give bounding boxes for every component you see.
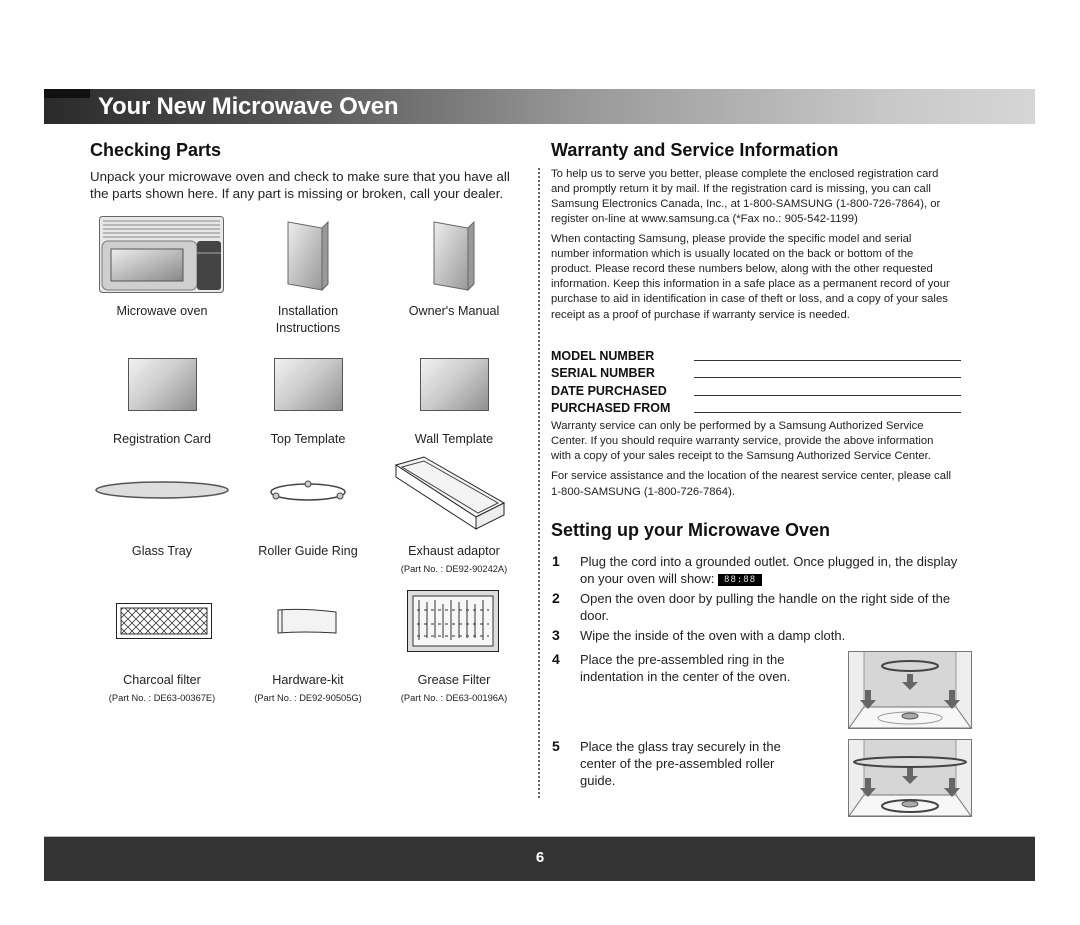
- page-number: 6: [535, 849, 545, 866]
- checking-parts-intro-1: Unpack your microwave oven and check to …: [90, 169, 510, 184]
- page-title: Your New Microwave Oven: [98, 93, 399, 120]
- step-2-line1: Open the oven door by pulling the handle…: [580, 591, 951, 606]
- warranty-para1-line1: To help us to serve you better, please c…: [551, 168, 939, 180]
- microwave-oven-icon: [99, 216, 224, 293]
- warranty-heading: Warranty and Service Information: [551, 140, 839, 160]
- warranty-para2-line6: receipt as a proof of purchase if warran…: [551, 309, 850, 321]
- ring-installation-illustration: [848, 651, 972, 729]
- serial-number-field[interactable]: [694, 377, 961, 378]
- warranty-para2-line1: When contacting Samsung, please provide …: [551, 233, 912, 245]
- registration-card-icon: [128, 358, 197, 411]
- part-label-hardware-kit: Hardware-kit: [272, 673, 344, 687]
- warranty-para3-line3: with a copy of your sales receipt to the…: [551, 450, 931, 462]
- step-number-5: 5: [552, 738, 560, 754]
- part-no-exhaust-adaptor: (Part No. : DE92-90242A): [400, 564, 508, 574]
- part-label-grease-filter: Grease Filter: [417, 673, 491, 687]
- part-label-installation-2: Instructions: [275, 321, 341, 335]
- warranty-para2-line2: number information which is usually loca…: [551, 248, 914, 260]
- tray-installation-illustration: [848, 739, 972, 817]
- title-tab-accent: [44, 89, 90, 98]
- date-purchased-label: DATE PURCHASED: [551, 384, 667, 398]
- warranty-para4-line1: For service assistance and the location …: [551, 470, 951, 482]
- purchased-from-label: PURCHASED FROM: [551, 401, 671, 415]
- step-number-1: 1: [552, 553, 560, 569]
- warranty-para1-line4: register on-line at www.samsung.ca (*Fax…: [551, 213, 858, 225]
- part-no-grease-filter: (Part No. : DE63-00196A): [400, 693, 508, 703]
- column-divider: [538, 168, 540, 798]
- warranty-para3-line2: Center. If you should require warranty s…: [551, 435, 934, 447]
- part-label-registration-card: Registration Card: [113, 432, 211, 446]
- warranty-para3-line1: Warranty service can only be performed b…: [551, 420, 924, 432]
- setup-heading: Setting up your Microwave Oven: [551, 520, 831, 540]
- step-4-line1: Place the pre-assembled ring in the: [580, 652, 785, 667]
- step-5-line1: Place the glass tray securely in the: [580, 739, 781, 754]
- exhaust-adaptor-icon: [394, 455, 506, 531]
- warranty-para2-line3: product. Please record these numbers bel…: [551, 263, 933, 275]
- step-1-line1: Plug the cord into a grounded outlet. On…: [580, 554, 958, 569]
- grease-filter-icon: [407, 590, 499, 652]
- warranty-para4-line2: 1-800-SAMSUNG (1-800-726-7864).: [551, 486, 735, 498]
- part-no-hardware-kit: (Part No. : DE92-90505G): [254, 693, 362, 703]
- step-number-2: 2: [552, 590, 560, 606]
- step-number-4: 4: [552, 651, 560, 667]
- step-4-line2: indentation in the center of the oven.: [580, 669, 791, 684]
- part-label-glass-tray: Glass Tray: [131, 544, 193, 558]
- glass-tray-icon: [94, 480, 230, 500]
- charcoal-filter-icon: [116, 603, 212, 639]
- part-label-owners-manual: Owner's Manual: [408, 304, 500, 318]
- part-no-charcoal-filter: (Part No. : DE63-00367E): [108, 693, 216, 703]
- part-label-microwave-oven: Microwave oven: [116, 304, 208, 318]
- model-number-field[interactable]: [694, 360, 961, 361]
- step-1-line2: on your oven will show: 88:88: [580, 570, 763, 587]
- part-label-wall-template: Wall Template: [414, 432, 494, 446]
- warranty-para2-line4: information. Keep this information in a …: [551, 278, 950, 290]
- warranty-para1-line2: and promptly return it by mail. If the r…: [551, 183, 931, 195]
- roller-ring-icon: [268, 480, 348, 504]
- part-label-roller-guide-ring: Roller Guide Ring: [258, 544, 358, 558]
- installation-instructions-icon: [286, 220, 330, 292]
- wall-template-icon: [420, 358, 489, 411]
- owners-manual-icon: [432, 220, 476, 292]
- step-5-line2: center of the pre-assembled roller: [580, 756, 775, 771]
- date-purchased-field[interactable]: [694, 395, 961, 396]
- step-2-line2: door.: [580, 608, 609, 623]
- warranty-para1-line3: Samsung Electronics Canada, Inc., at 1-8…: [551, 198, 941, 210]
- checking-parts-intro-2: the parts shown here. If any part is mis…: [90, 186, 504, 201]
- serial-number-label: SERIAL NUMBER: [551, 366, 655, 380]
- oven-display-readout: 88:88: [718, 573, 763, 586]
- step-5-line3: guide.: [580, 773, 616, 788]
- step-1-line2-text: on your oven will show:: [580, 571, 715, 586]
- checking-parts-heading: Checking Parts: [90, 140, 222, 160]
- part-label-installation-1: Installation: [277, 304, 339, 318]
- step-3-line1: Wipe the inside of the oven with a damp …: [580, 628, 846, 643]
- part-label-charcoal-filter: Charcoal filter: [123, 673, 201, 687]
- model-number-label: MODEL NUMBER: [551, 349, 655, 363]
- warranty-para2-line5: purchase to aid in identification in cas…: [551, 293, 948, 305]
- part-label-exhaust-adaptor: Exhaust adaptor: [408, 544, 500, 558]
- top-template-icon: [274, 358, 343, 411]
- purchased-from-field[interactable]: [694, 412, 961, 413]
- step-number-3: 3: [552, 627, 560, 643]
- hardware-kit-icon: [274, 607, 340, 635]
- part-label-top-template: Top Template: [270, 432, 346, 446]
